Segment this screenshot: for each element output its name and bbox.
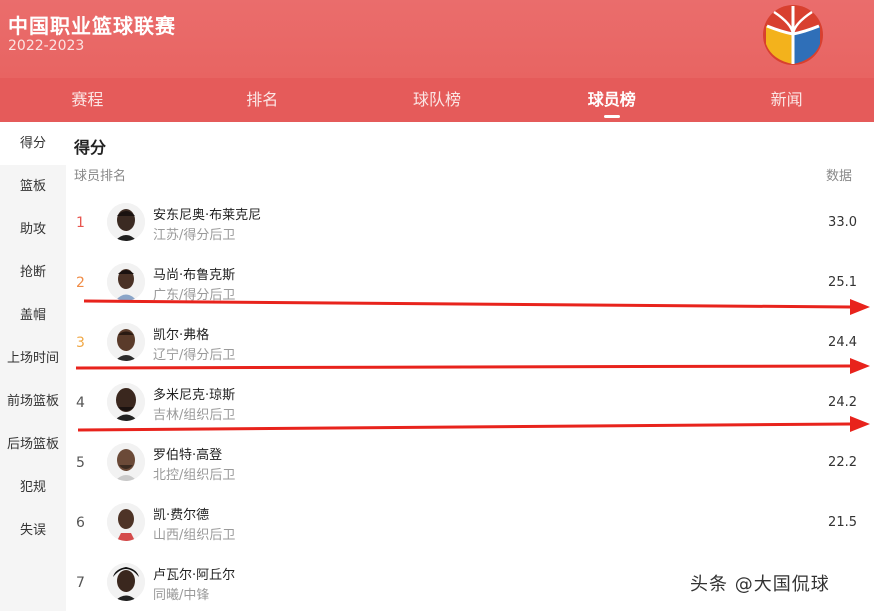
- column-header-player-rank: 球员排名: [74, 169, 127, 184]
- stat-value: 22.2: [828, 455, 857, 470]
- player-avatar: [107, 323, 145, 361]
- stat-value: 21.5: [828, 515, 857, 530]
- player-row[interactable]: 1 安东尼奥·布莱克尼 江苏/得分后卫 33.0: [66, 193, 874, 253]
- watermark: 头条 @大国侃球: [690, 574, 830, 595]
- player-avatar: [107, 563, 145, 601]
- player-name: 凯尔·弗格: [153, 328, 210, 343]
- player-avatar: [107, 263, 145, 301]
- player-team-position: 广东/得分后卫: [153, 288, 236, 303]
- tab-player-rankings[interactable]: 球员榜: [524, 78, 699, 122]
- page-title: 中国职业篮球联赛: [8, 14, 176, 38]
- player-row[interactable]: 2 马尚·布鲁克斯 广东/得分后卫 25.1: [66, 253, 874, 313]
- player-row[interactable]: 6 凯·费尔德 山西/组织后卫 21.5: [66, 493, 874, 553]
- tab-team-rankings[interactable]: 球队榜: [350, 78, 525, 122]
- app-header: 中国职业篮球联赛 2022-2023: [0, 0, 874, 78]
- player-team-position: 吉林/组织后卫: [153, 408, 236, 423]
- sidebar-item-turnovers[interactable]: 失误: [0, 509, 66, 552]
- rank-number: 7: [76, 575, 85, 591]
- column-header-data: 数据: [825, 169, 852, 184]
- player-avatar: [107, 383, 145, 421]
- season-label: 2022-2023: [8, 38, 85, 54]
- sidebar-item-rebounds[interactable]: 篮板: [0, 165, 66, 208]
- player-row[interactable]: 3 凯尔·弗格 辽宁/得分后卫 24.4: [66, 313, 874, 373]
- rank-number: 4: [76, 395, 85, 411]
- stat-value: 33.0: [828, 215, 857, 230]
- rank-number: 6: [76, 515, 85, 531]
- sidebar-item-assists[interactable]: 助攻: [0, 208, 66, 251]
- rankings-panel: 得分 球员排名 数据 1 安东尼奥·布莱克尼 江苏/得分后卫 33.0 2 马尚…: [66, 122, 874, 611]
- rank-number: 1: [76, 215, 85, 231]
- sidebar-item-points[interactable]: 得分: [0, 122, 66, 165]
- player-avatar: [107, 443, 145, 481]
- sidebar-item-minutes[interactable]: 上场时间: [0, 337, 66, 380]
- player-team-position: 同曦/中锋: [153, 588, 210, 603]
- stat-category-sidebar: 得分 篮板 助攻 抢断 盖帽 上场时间 前场篮板 后场篮板 犯规 失误: [0, 122, 66, 611]
- stat-value: 24.2: [828, 395, 857, 410]
- sidebar-item-defensive-rebounds[interactable]: 后场篮板: [0, 423, 66, 466]
- section-title: 得分: [74, 138, 107, 157]
- sidebar-item-fouls[interactable]: 犯规: [0, 466, 66, 509]
- player-name: 安东尼奥·布莱克尼: [153, 208, 262, 223]
- stat-value: 24.4: [828, 335, 857, 350]
- player-avatar: [107, 503, 145, 541]
- player-row[interactable]: 5 罗伯特·高登 北控/组织后卫 22.2: [66, 433, 874, 493]
- tab-news[interactable]: 新闻: [699, 78, 874, 122]
- player-team-position: 北控/组织后卫: [153, 468, 236, 483]
- top-nav: 赛程 排名 球队榜 球员榜 新闻: [0, 78, 874, 122]
- player-row[interactable]: 4 多米尼克·琼斯 吉林/组织后卫 24.2: [66, 373, 874, 433]
- player-name: 马尚·布鲁克斯: [153, 268, 236, 283]
- player-team-position: 江苏/得分后卫: [153, 228, 236, 243]
- tab-standings[interactable]: 排名: [175, 78, 350, 122]
- sidebar-item-steals[interactable]: 抢断: [0, 251, 66, 294]
- stat-value: 25.1: [828, 275, 857, 290]
- player-team-position: 山西/组织后卫: [153, 528, 236, 543]
- rank-number: 2: [76, 275, 85, 291]
- player-name: 罗伯特·高登: [153, 448, 223, 463]
- player-name: 多米尼克·琼斯: [153, 388, 236, 403]
- player-name: 卢瓦尔·阿丘尔: [153, 568, 236, 583]
- tab-schedule[interactable]: 赛程: [0, 78, 175, 122]
- player-avatar: [107, 203, 145, 241]
- player-name: 凯·费尔德: [153, 508, 210, 523]
- sidebar-item-blocks[interactable]: 盖帽: [0, 294, 66, 337]
- player-team-position: 辽宁/得分后卫: [153, 348, 236, 363]
- rank-number: 5: [76, 455, 85, 471]
- cba-logo-icon: [763, 5, 823, 65]
- sidebar-item-offensive-rebounds[interactable]: 前场篮板: [0, 380, 66, 423]
- rank-number: 3: [76, 335, 85, 351]
